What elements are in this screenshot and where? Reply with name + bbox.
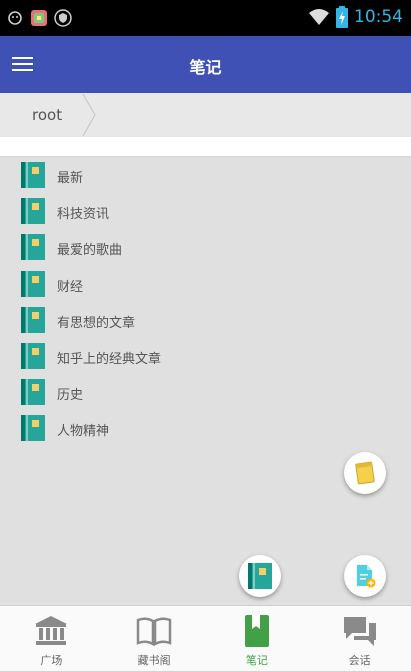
new-notebook-button[interactable] (239, 555, 281, 597)
shield-icon (54, 9, 72, 27)
list-item[interactable]: 最爱的歌曲 (0, 229, 411, 265)
notebook-label: 最新 (57, 171, 84, 186)
yellow-note-icon (355, 461, 375, 485)
divider-strip (0, 137, 411, 157)
status-bar: 10:54 (0, 0, 411, 36)
notebook-icon (21, 379, 45, 406)
wifi-icon (309, 9, 329, 25)
notification-icon (8, 11, 22, 25)
notebook-icon (21, 198, 45, 225)
nav-label: 广场 (40, 654, 63, 667)
notebook-icon (21, 162, 45, 188)
app-icon (31, 10, 47, 26)
nav-item-square[interactable]: 广场 (0, 606, 103, 671)
breadcrumb-item-root[interactable]: root (32, 106, 62, 124)
notebook-icon (248, 563, 272, 589)
add-file-button[interactable] (344, 555, 386, 597)
notebook-list: 最新 科技资讯 最爱的歌曲 财经 有思想的文章 知乎上的经典文章 历史 人物精神 (0, 157, 411, 447)
list-item[interactable]: 人物精神 (0, 410, 411, 446)
list-item[interactable]: 有思想的文章 (0, 302, 411, 338)
chevron-right-icon (82, 93, 96, 137)
nav-label: 藏书阁 (137, 654, 171, 667)
notebook-label: 知乎上的经典文章 (57, 351, 162, 367)
list-item[interactable]: 历史 (0, 374, 411, 410)
nav-label: 会话 (348, 654, 371, 667)
nav-item-library[interactable]: 藏书阁 (103, 606, 206, 671)
notebook-label: 财经 (57, 279, 84, 295)
notebook-icon (21, 306, 45, 333)
nav-item-chat[interactable]: 会话 (308, 606, 411, 671)
notebook-icon (21, 342, 45, 369)
page-title: 笔记 (189, 58, 222, 77)
nav-label: 笔记 (245, 654, 268, 667)
notebook-icon (21, 270, 45, 297)
list-item[interactable]: 科技资讯 (0, 193, 411, 229)
clock: 10:54 (354, 7, 403, 27)
bank-icon (35, 616, 68, 645)
nav-item-notes[interactable]: 笔记 (206, 606, 309, 671)
new-note-button[interactable] (344, 452, 386, 494)
app-bar: 笔记 (0, 36, 411, 93)
add-file-icon (357, 565, 376, 588)
notebook-icon (21, 415, 45, 442)
notebook-label: 历史 (57, 388, 84, 404)
chat-bubbles-icon (343, 617, 376, 646)
list-item[interactable]: 知乎上的经典文章 (0, 338, 411, 374)
list-item[interactable]: 财经 (0, 266, 411, 302)
open-book-icon (136, 617, 172, 647)
list-item[interactable]: 最新 (0, 157, 411, 193)
battery-icon (336, 6, 348, 28)
breadcrumb: root (0, 93, 411, 138)
bottom-navigation: 广场 藏书阁 笔记 会话 (0, 605, 411, 671)
notebook-label: 有思想的文章 (57, 315, 136, 331)
notebook-label: 人物精神 (57, 424, 110, 440)
notebook-label: 科技资讯 (57, 207, 110, 223)
bookmark-note-icon (244, 615, 269, 647)
notebook-icon (21, 234, 45, 261)
notebook-label: 最爱的歌曲 (57, 243, 123, 259)
